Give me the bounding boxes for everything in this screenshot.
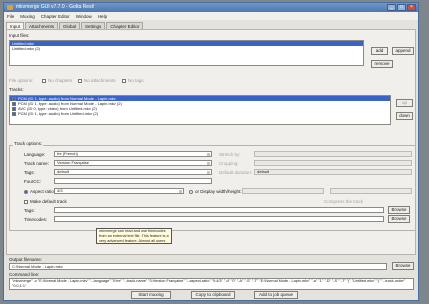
timecodes-browse-button[interactable]: Browse xyxy=(388,215,410,223)
no-chapters-checkbox[interactable]: No chapters xyxy=(42,78,72,83)
timecodes-tooltip: mkvmerge can read and use timecodes from… xyxy=(96,228,172,244)
default-duration-label: Default duration: xyxy=(219,170,253,175)
append-button[interactable]: append xyxy=(392,47,414,55)
tags-select[interactable]: default xyxy=(54,169,212,175)
close-icon[interactable]: × xyxy=(407,4,416,11)
no-attachments-checkbox[interactable]: No attachments xyxy=(78,78,116,83)
maximize-icon[interactable]: □ xyxy=(397,4,406,11)
tracks-list[interactable]: PCM (ID 1, type: audio) from Normal Mode… xyxy=(9,95,391,125)
stretch-input xyxy=(254,151,412,157)
tags-file-label: Tags: xyxy=(24,208,35,213)
fourcc-label: FourCC: xyxy=(24,179,42,184)
language-label: Language: xyxy=(24,152,46,157)
tracks-label: Tracks: xyxy=(9,87,24,92)
track-options-label: Track options: xyxy=(13,141,44,146)
stretch-label: Stretch by: xyxy=(219,152,241,157)
display-height-input xyxy=(330,188,412,194)
app-icon xyxy=(7,5,13,10)
add-button[interactable]: add xyxy=(371,47,388,55)
menu-help[interactable]: Help xyxy=(98,14,107,19)
tags-file-input[interactable] xyxy=(54,207,384,213)
timecodes-label: Timecodes: xyxy=(24,217,48,222)
track-name-label: Track name: xyxy=(24,161,49,166)
main-window: mkvmerge GUI v7.7.0 - Gotta Rest! _ □ × … xyxy=(3,2,419,301)
input-file-item[interactable]: Untitled.mkv (2) xyxy=(10,46,363,51)
command-line-label: Command line: xyxy=(9,272,40,277)
make-default-checkbox[interactable]: Make default track xyxy=(24,199,67,204)
fourcc-input[interactable] xyxy=(54,178,212,184)
minimize-icon[interactable]: _ xyxy=(387,4,396,11)
down-button[interactable]: down xyxy=(396,112,413,120)
output-browse-button[interactable]: Browse xyxy=(392,262,414,270)
start-muxing-button[interactable]: Start muxing xyxy=(131,291,171,299)
copy-to-clipboard-button[interactable]: Copy to clipboard xyxy=(191,291,235,299)
track-item[interactable]: PCM (ID 1, type: audio) from Untitled.mk… xyxy=(10,111,390,116)
aspect-ratio-radio[interactable]: Aspect ratio: xyxy=(24,189,55,194)
no-tags-checkbox[interactable]: No tags xyxy=(122,78,144,83)
display-width-radio[interactable]: or Display width/height: xyxy=(189,189,242,194)
title-bar: mkvmerge GUI v7.7.0 - Gotta Rest! _ □ × xyxy=(4,3,418,12)
compression-label: Compress the track xyxy=(324,199,364,204)
menu-window[interactable]: Window xyxy=(76,14,92,19)
language-select[interactable]: fre (French) xyxy=(54,151,212,157)
menu-bar: File Muxing Chapter Editor Window Help xyxy=(4,12,418,20)
tags-browse-button[interactable]: Browse xyxy=(388,206,410,214)
add-to-job-queue-button[interactable]: Add to job queue xyxy=(254,291,298,299)
tags-label: Tags: xyxy=(24,170,35,175)
menu-chapter-editor[interactable]: Chapter Editor xyxy=(41,14,70,19)
remove-button[interactable]: remove xyxy=(371,60,393,68)
input-files-list[interactable]: Untitled.mkv Untitled.mkv (2) xyxy=(9,40,364,66)
cropping-input xyxy=(254,160,412,166)
window-title: mkvmerge GUI v7.7.0 - Gotta Rest! xyxy=(16,4,95,10)
input-files-label: Input files: xyxy=(9,33,30,38)
track-name-input[interactable]: Version Française xyxy=(54,160,212,166)
output-label: Output filename: xyxy=(9,257,43,262)
default-duration-select: default xyxy=(254,169,412,175)
menu-muxing[interactable]: Muxing xyxy=(20,14,35,19)
cropping-label: Cropping: xyxy=(219,161,239,166)
file-options-label: File options: xyxy=(9,78,34,83)
up-button[interactable]: up xyxy=(396,99,413,107)
output-filename-input[interactable]: C:\Normal Mode - Lapin.mkv xyxy=(9,263,387,270)
timecodes-input[interactable] xyxy=(54,216,384,222)
menu-file[interactable]: File xyxy=(7,14,14,19)
aspect-ratio-select[interactable]: 4/3 xyxy=(54,188,184,194)
display-width-input xyxy=(242,188,324,194)
command-line-text[interactable]: "mkvmerge" -o "E:\Normal Mode - Lapin.mk… xyxy=(9,278,414,290)
